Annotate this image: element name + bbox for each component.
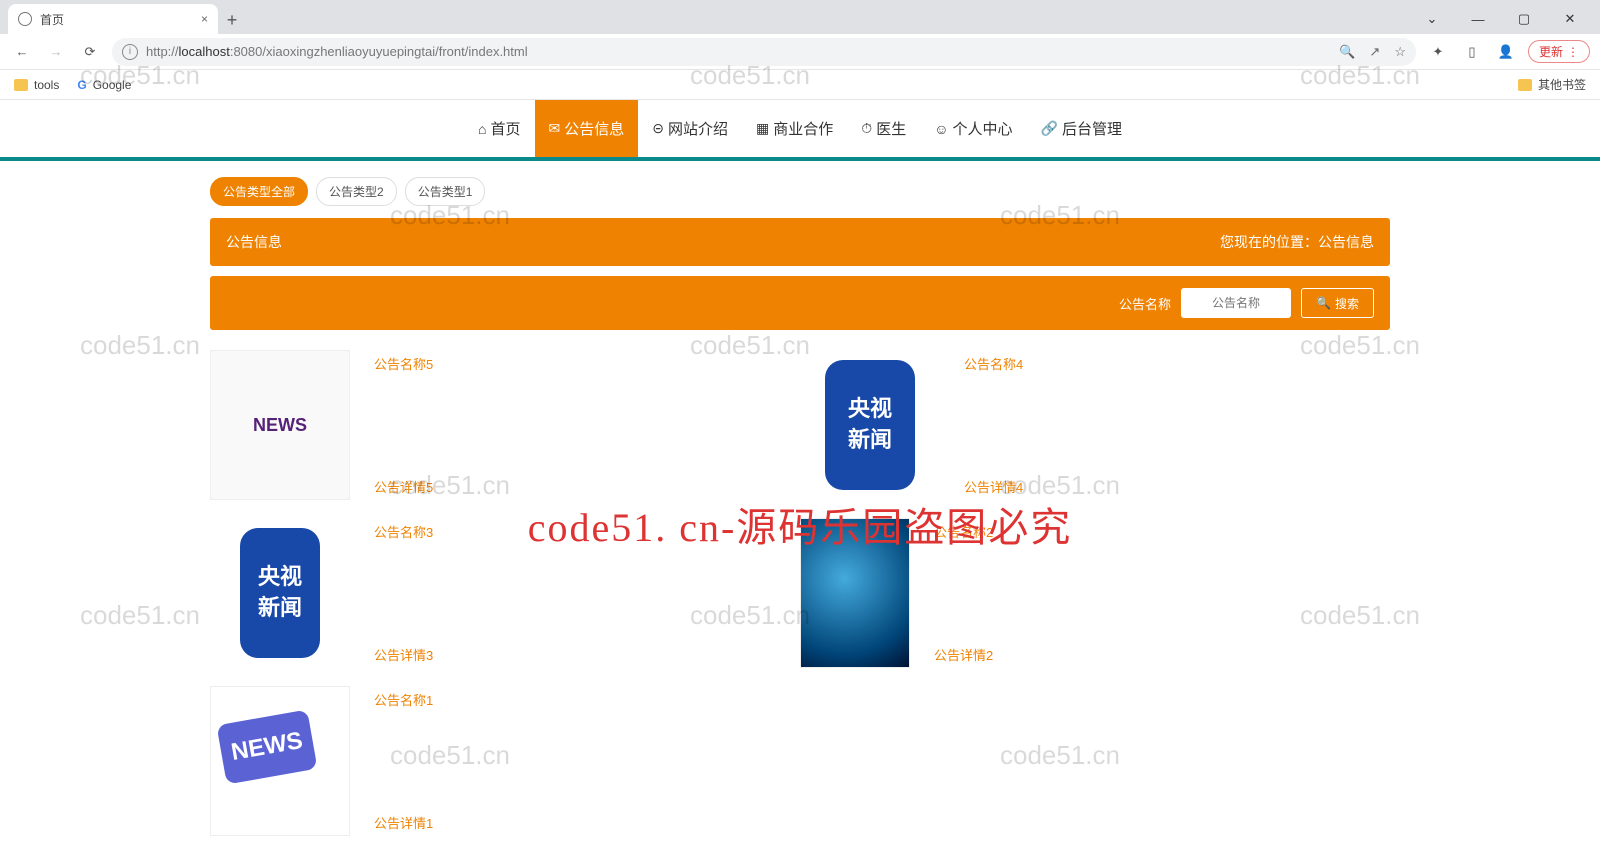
item-title[interactable]: 公告名称5 bbox=[374, 354, 800, 373]
item-title[interactable]: 公告名称3 bbox=[374, 522, 800, 541]
dropdown-icon[interactable]: ⌄ bbox=[1410, 4, 1454, 34]
clock-icon: ⏱ bbox=[861, 120, 872, 137]
list-item: 公告名称2 公告详情2 bbox=[800, 518, 1390, 668]
site-info-icon[interactable]: i bbox=[122, 44, 138, 60]
announcement-list: 公告名称5 公告详情5 央视新闻 公告名称4 公告详情4 央视新闻 公告名称3 … bbox=[210, 350, 1390, 854]
nav-site-intro[interactable]: ⊝网站介绍 bbox=[638, 100, 742, 157]
list-item: 公告名称1 公告详情1 bbox=[210, 686, 800, 836]
section-banner: 公告信息 您现在的位置：公告信息 bbox=[210, 218, 1390, 266]
item-title[interactable]: 公告名称1 bbox=[374, 690, 800, 709]
bookmarks-bar: tools GGoogle 其他书签 bbox=[0, 70, 1600, 100]
item-thumbnail[interactable] bbox=[210, 350, 350, 500]
window-controls: ⌄ — ▢ ✕ bbox=[1410, 4, 1592, 34]
browser-chrome: 首页 × + ⌄ — ▢ ✕ ← → ⟳ i http://localhost:… bbox=[0, 0, 1600, 100]
profile-icon[interactable]: 👤 bbox=[1494, 40, 1518, 64]
maximize-button[interactable]: ▢ bbox=[1502, 4, 1546, 34]
browser-tab[interactable]: 首页 × bbox=[8, 4, 218, 34]
search-bar: 公告名称 🔍 搜索 bbox=[210, 276, 1390, 330]
pill-all[interactable]: 公告类型全部 bbox=[210, 177, 308, 206]
item-thumbnail[interactable]: 央视新闻 bbox=[800, 350, 940, 500]
side-panel-icon[interactable]: ▯ bbox=[1460, 40, 1484, 64]
item-detail[interactable]: 公告详情3 bbox=[374, 645, 800, 664]
nav-admin[interactable]: 🔗后台管理 bbox=[1027, 100, 1136, 157]
pill-type2[interactable]: 公告类型2 bbox=[316, 177, 397, 206]
nav-list: ⌂首页 ✉公告信息 ⊝网站介绍 ▦商业合作 ⏱医生 ☺个人中心 🔗后台管理 bbox=[464, 100, 1136, 157]
nav-business[interactable]: ▦商业合作 bbox=[742, 100, 847, 157]
main-nav: ⌂首页 ✉公告信息 ⊝网站介绍 ▦商业合作 ⏱医生 ☺个人中心 🔗后台管理 bbox=[0, 100, 1600, 161]
globe-icon bbox=[18, 12, 32, 26]
search-icon: 🔍 bbox=[1316, 296, 1331, 310]
list-item: 央视新闻 公告名称4 公告详情4 bbox=[800, 350, 1390, 500]
page-content: ⌂首页 ✉公告信息 ⊝网站介绍 ▦商业合作 ⏱医生 ☺个人中心 🔗后台管理 公告… bbox=[0, 100, 1600, 854]
item-title[interactable]: 公告名称2 bbox=[934, 522, 1390, 541]
nav-profile[interactable]: ☺个人中心 bbox=[920, 100, 1026, 157]
link-icon: 🔗 bbox=[1041, 120, 1058, 137]
bookmark-star-icon[interactable]: ☆ bbox=[1394, 44, 1406, 60]
search-button[interactable]: 🔍 搜索 bbox=[1301, 288, 1374, 318]
folder-icon bbox=[14, 79, 28, 91]
item-detail[interactable]: 公告详情4 bbox=[964, 477, 1390, 496]
item-thumbnail[interactable] bbox=[210, 686, 350, 836]
share-icon[interactable]: ↗ bbox=[1369, 44, 1380, 60]
item-thumbnail[interactable] bbox=[800, 518, 910, 668]
google-icon: G bbox=[77, 78, 86, 92]
nav-home[interactable]: ⌂首页 bbox=[464, 100, 534, 157]
item-detail[interactable]: 公告详情5 bbox=[374, 477, 800, 496]
item-detail[interactable]: 公告详情2 bbox=[934, 645, 1390, 664]
bookmark-tools[interactable]: tools bbox=[14, 78, 59, 92]
toolbar: ← → ⟳ i http://localhost:8080/xiaoxingzh… bbox=[0, 34, 1600, 70]
item-thumbnail[interactable]: 央视新闻 bbox=[210, 518, 350, 668]
search-label: 公告名称 bbox=[1119, 294, 1171, 313]
nav-announcements[interactable]: ✉公告信息 bbox=[535, 100, 639, 157]
bookmark-google[interactable]: GGoogle bbox=[77, 78, 131, 92]
list-item: 央视新闻 公告名称3 公告详情3 bbox=[210, 518, 800, 668]
home-icon: ⌂ bbox=[478, 121, 486, 137]
minimize-button[interactable]: — bbox=[1456, 4, 1500, 34]
grid-icon: ▦ bbox=[756, 120, 769, 137]
item-detail[interactable]: 公告详情1 bbox=[374, 813, 800, 832]
filter-pills: 公告类型全部 公告类型2 公告类型1 bbox=[210, 177, 1390, 206]
close-tab-icon[interactable]: × bbox=[201, 12, 208, 26]
item-title[interactable]: 公告名称4 bbox=[964, 354, 1390, 373]
extensions-icon[interactable]: ✦ bbox=[1426, 40, 1450, 64]
breadcrumb: 您现在的位置：公告信息 bbox=[1220, 232, 1374, 252]
bookmark-other[interactable]: 其他书签 bbox=[1518, 76, 1586, 93]
zoom-icon[interactable]: 🔍 bbox=[1339, 44, 1355, 60]
person-icon: ☺ bbox=[934, 121, 948, 137]
watermark: code51.cn bbox=[80, 600, 200, 631]
url-text: http://localhost:8080/xiaoxingzhenliaoyu… bbox=[146, 44, 528, 59]
back-button[interactable]: ← bbox=[10, 40, 34, 64]
nav-doctor[interactable]: ⏱医生 bbox=[847, 100, 920, 157]
mail-icon: ✉ bbox=[549, 120, 561, 137]
banner-title: 公告信息 bbox=[226, 232, 282, 252]
watermark: code51.cn bbox=[80, 330, 200, 361]
search-input[interactable] bbox=[1181, 288, 1291, 318]
close-window-button[interactable]: ✕ bbox=[1548, 4, 1592, 34]
update-button[interactable]: 更新⋮ bbox=[1528, 40, 1590, 63]
forward-button[interactable]: → bbox=[44, 40, 68, 64]
address-bar[interactable]: i http://localhost:8080/xiaoxingzhenliao… bbox=[112, 38, 1416, 66]
pill-type1[interactable]: 公告类型1 bbox=[405, 177, 486, 206]
tab-bar: 首页 × + ⌄ — ▢ ✕ bbox=[0, 0, 1600, 34]
new-tab-button[interactable]: + bbox=[218, 6, 246, 34]
folder-icon bbox=[1518, 79, 1532, 91]
list-item: 公告名称5 公告详情5 bbox=[210, 350, 800, 500]
circle-icon: ⊝ bbox=[652, 120, 664, 137]
reload-button[interactable]: ⟳ bbox=[78, 40, 102, 64]
tab-title: 首页 bbox=[40, 11, 64, 28]
